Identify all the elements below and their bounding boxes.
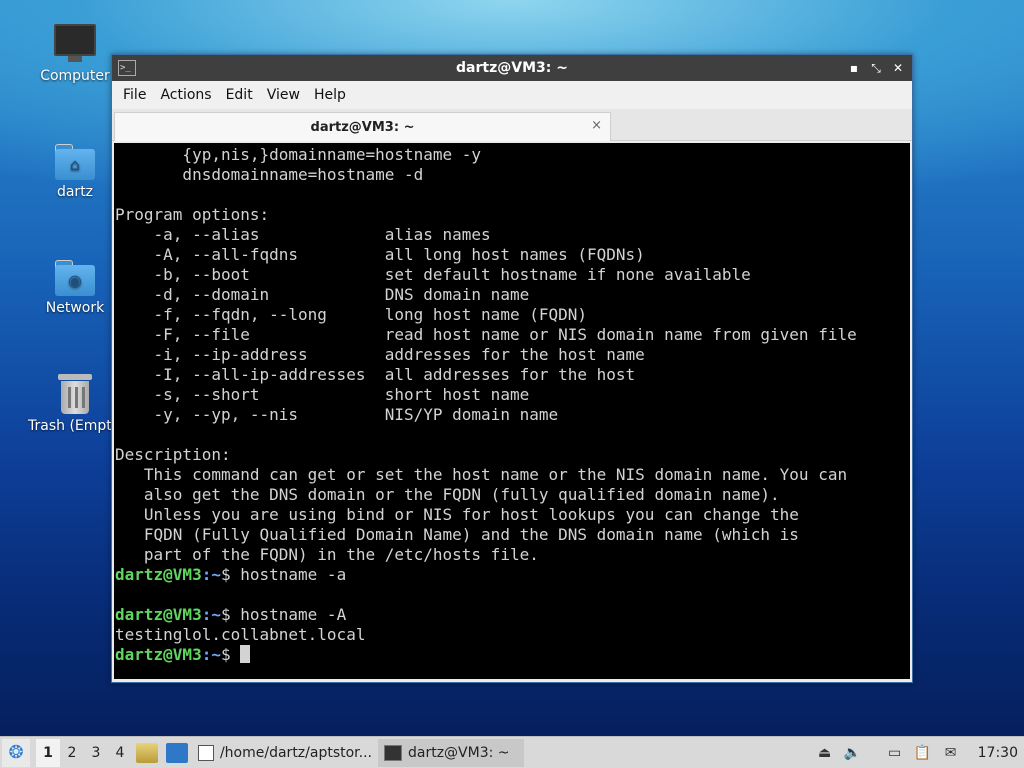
tab-bar: dartz@VM3: ~ ×	[112, 109, 912, 141]
window-titlebar[interactable]: >_ dartz@VM3: ~ ▪ ⤡ ✕	[112, 55, 912, 81]
terminal-line: -y, --yp, --nis NIS/YP domain name	[115, 405, 559, 424]
command-text: hostname -A	[240, 605, 347, 624]
workspace-4[interactable]: 4	[108, 745, 132, 761]
desktop-icon-label: Computer	[40, 68, 110, 84]
workspace-2[interactable]: 2	[60, 745, 84, 761]
maximize-icon[interactable]: ⤡	[868, 61, 884, 76]
workspace-3[interactable]: 3	[84, 745, 108, 761]
home-folder-icon: ⌂	[55, 144, 95, 180]
terminal-line: Description:	[115, 445, 231, 464]
text-cursor	[240, 645, 251, 663]
text-editor-icon	[198, 744, 214, 761]
terminal-line: This command can get or set the host nam…	[115, 465, 848, 484]
command-text: hostname -a	[240, 565, 347, 584]
taskbar: ❂ 1 2 3 4 /home/dartz/aptstor... dartz@V…	[0, 736, 1024, 768]
terminal-line: also get the DNS domain or the FQDN (ful…	[115, 485, 780, 504]
desktop-icon-computer[interactable]: Computer	[27, 24, 123, 84]
close-icon[interactable]: ✕	[890, 61, 906, 76]
terminal-line: -s, --short short host name	[115, 385, 530, 404]
show-desktop-icon[interactable]	[166, 742, 188, 763]
desktop-icon-label: Network	[45, 300, 105, 316]
terminal-line: -d, --domain DNS domain name	[115, 285, 530, 304]
up-arrow-icon[interactable]: ⏏	[816, 744, 834, 762]
terminal-line: -f, --fqdn, --long long host name (FQDN)	[115, 305, 588, 324]
desktop-icon-label: dartz	[56, 184, 94, 200]
terminal-line: dnsdomainname=hostname -d	[115, 165, 424, 184]
network-icon[interactable]: ▭	[886, 744, 904, 762]
menu-help[interactable]: Help	[307, 87, 353, 103]
prompt-line: dartz@VM3:~$	[115, 645, 910, 665]
terminal-line: Program options:	[115, 205, 270, 224]
terminal-icon: >_	[118, 60, 136, 76]
terminal-icon	[384, 744, 402, 761]
notification-icon[interactable]: ✉	[942, 744, 960, 762]
menu-view[interactable]: View	[260, 87, 307, 103]
trash-icon	[58, 374, 92, 414]
clipboard-icon[interactable]: 📋	[914, 744, 932, 762]
taskbar-task-terminal[interactable]: dartz@VM3: ~	[378, 738, 524, 767]
clock[interactable]: 17:30	[978, 745, 1018, 761]
menu-file[interactable]: File	[116, 87, 153, 103]
terminal-tab[interactable]: dartz@VM3: ~ ×	[114, 112, 611, 141]
terminal-line: -F, --file read host name or NIS domain …	[115, 325, 857, 344]
network-folder-icon: ◉	[55, 260, 95, 296]
prompt-line: dartz@VM3:~$ hostname -A	[115, 605, 347, 624]
menu-bar: File Actions Edit View Help	[112, 81, 912, 109]
terminal-line: -I, --all-ip-addresses all addresses for…	[115, 365, 636, 384]
taskbar-task-text-editor[interactable]: /home/dartz/aptstor...	[192, 739, 378, 767]
menu-actions[interactable]: Actions	[153, 87, 218, 103]
terminal-window[interactable]: >_ dartz@VM3: ~ ▪ ⤡ ✕ File Actions Edit …	[111, 54, 913, 683]
terminal-line: -a, --alias alias names	[115, 225, 491, 244]
start-menu-icon[interactable]: ❂	[2, 738, 30, 767]
file-manager-launcher-icon[interactable]	[136, 742, 158, 763]
tab-close-icon[interactable]: ×	[591, 118, 602, 133]
terminal-line: -i, --ip-address addresses for the host …	[115, 345, 645, 364]
prompt-line: dartz@VM3:~$ hostname -a	[115, 565, 347, 584]
workspace-1[interactable]: 1	[36, 738, 60, 767]
terminal-line: FQDN (Fully Qualified Domain Name) and t…	[115, 525, 799, 544]
system-tray: ⏏ 🔈 ▭ 📋 ✉ 17:30	[816, 744, 1024, 762]
window-title: dartz@VM3: ~	[456, 60, 568, 76]
desktop-icon-network[interactable]: ◉ Network	[27, 260, 123, 316]
minimize-icon[interactable]: ▪	[846, 61, 862, 76]
terminal-line: -b, --boot set default hostname if none …	[115, 265, 751, 284]
terminal-line: Unless you are using bind or NIS for hos…	[115, 505, 799, 524]
tab-label: dartz@VM3: ~	[310, 119, 415, 135]
terminal-line: -A, --all-fqdns all long host names (FQD…	[115, 245, 645, 264]
menu-edit[interactable]: Edit	[219, 87, 260, 103]
terminal-line: part of the FQDN) in the /etc/hosts file…	[115, 545, 539, 564]
terminal-output[interactable]: {yp,nis,}domainname=hostname -y dnsdomai…	[114, 143, 910, 679]
desktop-icon-home[interactable]: ⌂ dartz	[27, 144, 123, 200]
terminal-line: {yp,nis,}domainname=hostname -y	[115, 145, 482, 164]
command-output: testinglol.collabnet.local	[115, 625, 366, 644]
computer-icon	[54, 24, 96, 62]
volume-icon[interactable]: 🔈	[844, 744, 862, 762]
